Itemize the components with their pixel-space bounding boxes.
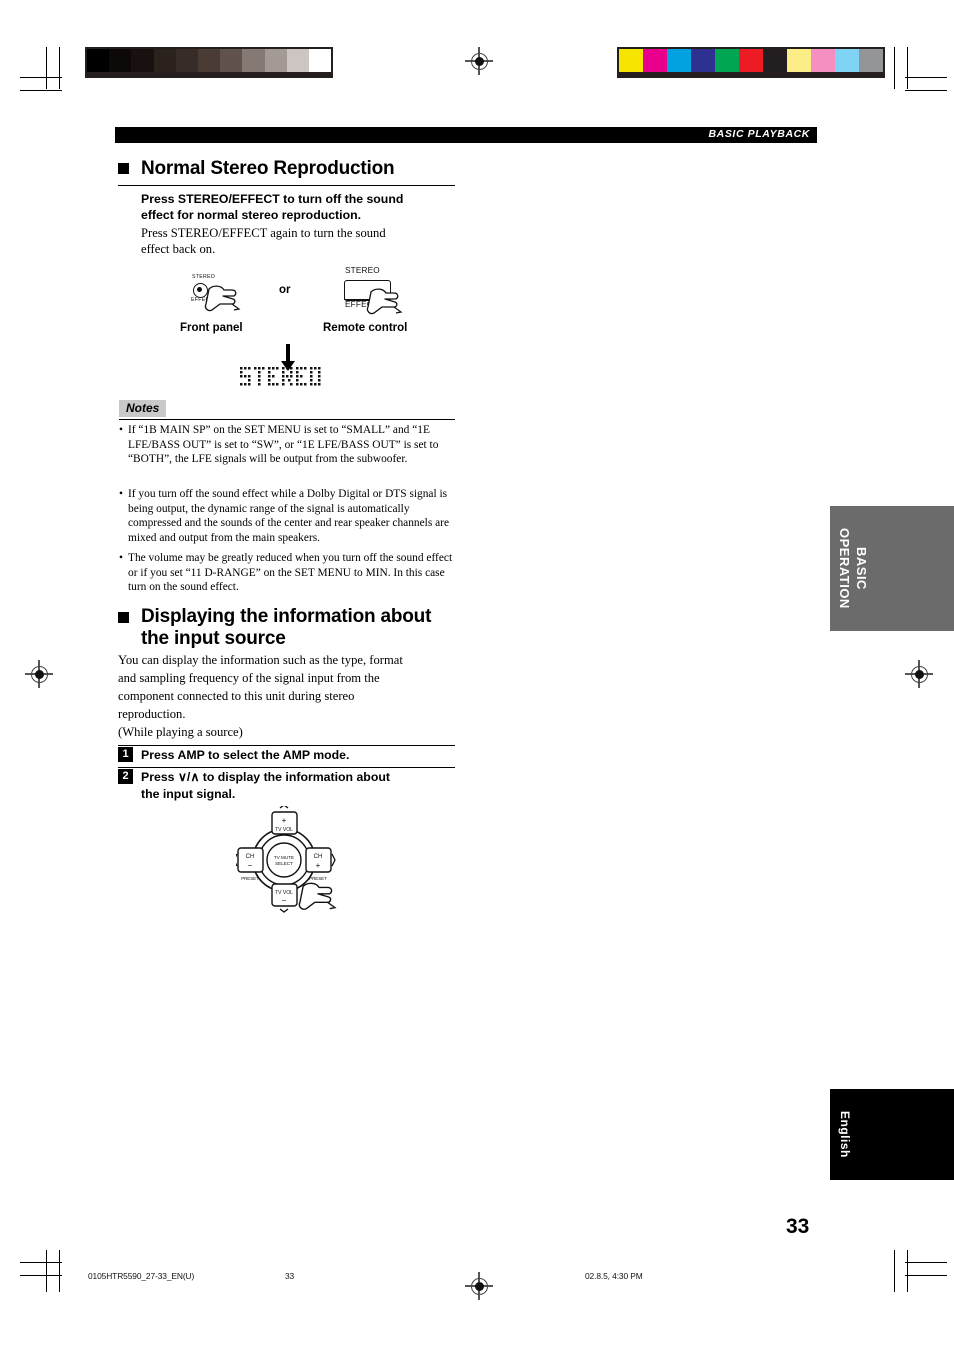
section2-bullet-icon (118, 612, 129, 623)
svg-text:CH: CH (314, 854, 323, 860)
running-header-bar: BASIC PLAYBACK (115, 127, 817, 143)
note-item-1: • If “1B MAIN SP” on the SET MENU is set… (119, 423, 454, 467)
step2-text-line1: Press ∨/∧ to display the information abo… (141, 770, 390, 784)
side-tab-basic-operation-label-line2: OPERATION (837, 528, 852, 609)
remote-hand-icon (366, 288, 403, 315)
svg-text:SELECT: SELECT (275, 861, 293, 866)
svg-text:+: + (316, 861, 321, 870)
footer-timestamp: 02.8.5, 4:30 PM (585, 1271, 643, 1281)
svg-text:TV VOL: TV VOL (275, 827, 293, 833)
remote-cursor-pad-diagram: + TV VOL TV VOL − CH − CH + PRESET PRESE… (233, 804, 346, 914)
section1-body-line1: Press STEREO/EFFECT again to turn the so… (141, 226, 386, 240)
diagram-or-label: or (279, 284, 291, 296)
note-bullet-icon: • (119, 424, 123, 436)
side-tab-language-label: English (838, 1111, 852, 1158)
section1-heading-rule (118, 185, 455, 187)
section2-body-line1: You can display the information such as … (118, 653, 403, 667)
remote-control-caption: Remote control (323, 322, 408, 334)
page-number: 33 (786, 1215, 810, 1238)
side-tab-basic-operation: OPERATION BASIC (830, 506, 954, 631)
section1-lead-line1: Press STEREO/EFFECT to turn off the soun… (141, 192, 404, 206)
note-text: The volume may be greatly reduced when y… (128, 552, 453, 594)
display-stereo-readout (238, 365, 334, 396)
section1-heading: Normal Stereo Reproduction (141, 158, 395, 179)
note-item-3: • The volume may be greatly reduced when… (119, 551, 454, 595)
front-panel-hand-icon (204, 285, 241, 312)
notes-title: Notes (119, 400, 167, 417)
step2-text-line2: the input signal. (141, 787, 236, 801)
svg-text:−: − (248, 861, 253, 870)
manual-page: BASIC PLAYBACK Normal Stereo Reproductio… (0, 0, 954, 1351)
side-tab-language: English (830, 1089, 954, 1180)
remote-stereo-label: STEREO (345, 266, 380, 275)
section2-body-line3: component connected to this unit during … (118, 689, 355, 703)
note-item-2: • If you turn off the sound effect while… (119, 487, 454, 545)
section2-body-line2: and sampling frequency of the signal inp… (118, 671, 380, 685)
note-bullet-icon: • (119, 552, 123, 564)
step-number-1: 1 (118, 747, 133, 762)
running-header-label: BASIC PLAYBACK (708, 128, 810, 140)
note-text: If you turn off the sound effect while a… (128, 488, 450, 544)
svg-text:PRESET: PRESET (241, 876, 259, 881)
cursor-pad-hand-icon (298, 882, 337, 910)
section2-heading-line1: Displaying the information about (141, 606, 432, 627)
svg-text:−: − (282, 896, 287, 905)
section2-body-line5: (While playing a source) (118, 725, 243, 739)
section1-body-line2: effect back on. (141, 242, 216, 256)
section2-heading-line2: the input source (141, 628, 286, 649)
svg-text:+: + (282, 816, 287, 825)
step-number-2: 2 (118, 769, 133, 784)
note-bullet-icon: • (119, 488, 123, 500)
lcd-stereo-svg (240, 367, 321, 386)
front-panel-caption: Front panel (180, 322, 243, 334)
footer-file-name: 0105HTR5590_27-33_EN(U) (88, 1271, 195, 1281)
svg-text:CH: CH (246, 854, 255, 860)
svg-text:TV MUTE: TV MUTE (274, 855, 294, 860)
footer-page: 33 (285, 1271, 295, 1281)
note-text: If “1B MAIN SP” on the SET MENU is set t… (128, 424, 439, 466)
front-panel-stereo-label: STEREO (192, 274, 216, 280)
section2-body-line4: reproduction. (118, 707, 186, 721)
side-tab-basic-operation-label-line1: BASIC (854, 547, 869, 590)
notes-rule (119, 419, 455, 420)
section-bullet-icon (118, 163, 129, 174)
step1-text: Press AMP to select the AMP mode. (141, 748, 350, 762)
section1-lead-line2: effect for normal stereo reproduction. (141, 208, 362, 222)
